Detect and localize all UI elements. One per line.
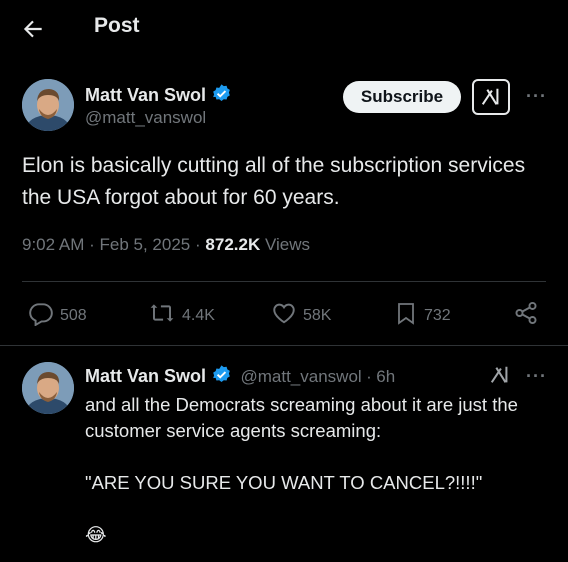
avatar[interactable]	[22, 79, 74, 131]
like-icon	[271, 300, 303, 331]
reply-count: 508	[60, 306, 87, 324]
reply-author-handle[interactable]: @matt_vanswol	[240, 367, 361, 386]
avatar[interactable]	[22, 362, 74, 414]
verified-badge-icon	[211, 83, 232, 109]
more-icon[interactable]: ···	[526, 86, 547, 107]
post-text: Elon is basically cutting all of the sub…	[22, 154, 526, 209]
repost-count: 4.4K	[182, 306, 215, 324]
divider	[0, 345, 568, 346]
meta-separator: ·	[89, 235, 95, 254]
back-arrow-icon[interactable]	[20, 16, 46, 42]
like-count: 58K	[303, 306, 332, 324]
reply-icon	[28, 300, 60, 331]
meta-separator: ·	[195, 235, 201, 254]
views-label: Views	[264, 235, 311, 254]
share-icon[interactable]	[513, 300, 545, 326]
reply-time[interactable]: 6h	[376, 367, 395, 386]
meta-separator: ·	[366, 367, 372, 386]
post-meta: 9:02 AM · Feb 5, 2025 · 872.2K Views	[22, 235, 310, 255]
reply-text: and all the Democrats screaming about it…	[85, 394, 518, 545]
views-count: 872.2K	[205, 235, 261, 254]
more-icon[interactable]: ···	[526, 366, 547, 387]
repost-icon	[148, 300, 182, 331]
bookmark-count: 732	[424, 306, 451, 324]
post-date[interactable]: Feb 5, 2025	[100, 235, 191, 254]
post-time[interactable]: 9:02 AM	[22, 235, 84, 254]
subscribe-button[interactable]: Subscribe	[343, 81, 461, 113]
verified-badge-icon	[211, 364, 232, 390]
author-name[interactable]: Matt Van Swol	[85, 83, 232, 109]
like-button[interactable]: 58K	[271, 300, 331, 331]
reply-button[interactable]: 508	[28, 300, 87, 331]
reply-author-name[interactable]: Matt Van Swol	[85, 366, 206, 386]
divider	[22, 281, 546, 282]
repost-button[interactable]: 4.4K	[148, 300, 215, 331]
reply-header: Matt Van Swol @matt_vanswol · 6h	[85, 364, 395, 390]
grok-icon[interactable]	[472, 79, 510, 115]
grok-icon[interactable]	[488, 364, 512, 391]
author-handle[interactable]: @matt_vanswol	[85, 108, 206, 128]
page-title: Post	[94, 14, 140, 37]
bookmark-button[interactable]: 732	[394, 300, 451, 331]
bookmark-icon	[394, 300, 424, 331]
